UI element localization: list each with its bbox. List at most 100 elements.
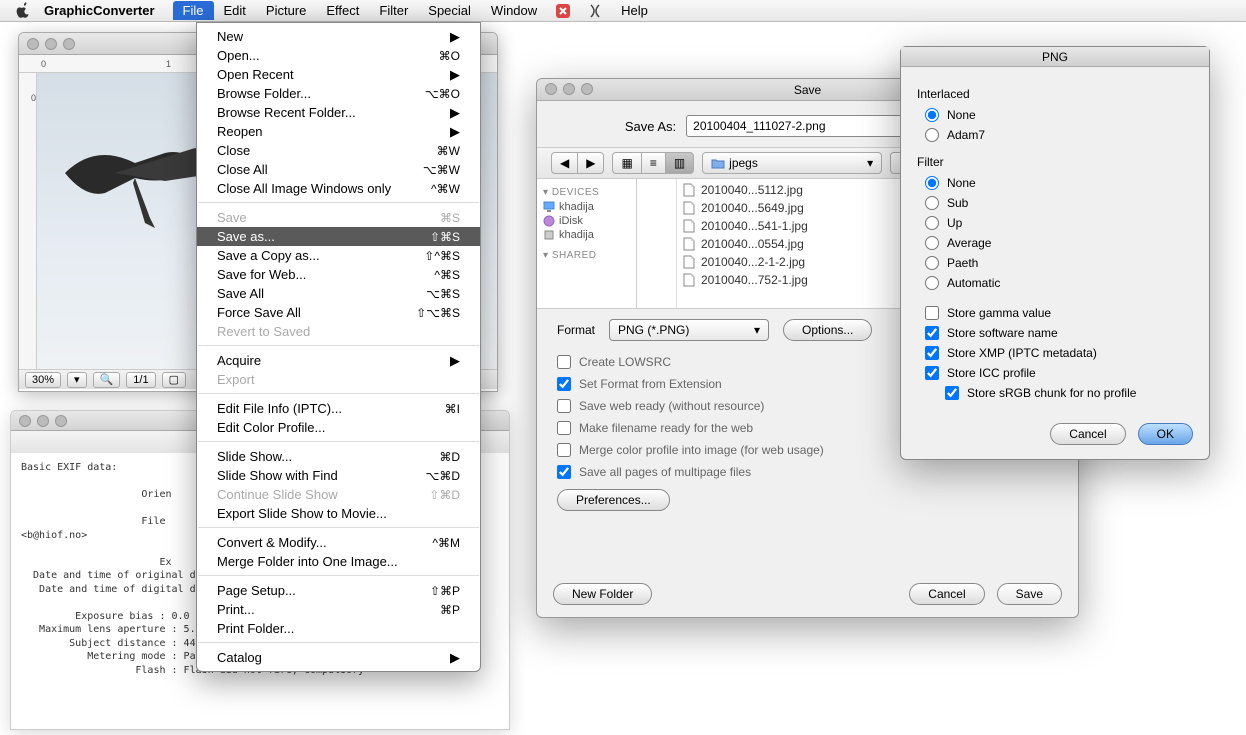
menu-special[interactable]: Special <box>418 1 481 20</box>
checkbox[interactable] <box>925 326 939 340</box>
menu-item[interactable]: Save All⌥⌘S <box>197 284 480 303</box>
menu-effect[interactable]: Effect <box>316 1 369 20</box>
menu-window[interactable]: Window <box>481 1 547 20</box>
menu-item[interactable]: Convert & Modify...^⌘M <box>197 533 480 552</box>
zoom-dropdown[interactable]: 30% <box>25 372 61 388</box>
menu-item[interactable]: Save a Copy as...⇧^⌘S <box>197 246 480 265</box>
radio[interactable] <box>925 176 939 190</box>
checkbox[interactable] <box>557 399 571 413</box>
menu-item[interactable]: Open Recent▶ <box>197 65 480 84</box>
checkbox[interactable] <box>925 306 939 320</box>
radio[interactable] <box>925 256 939 270</box>
back-button[interactable]: ◀ <box>551 152 577 174</box>
png-option[interactable]: Store ICC profile <box>917 363 1193 383</box>
close-window-button[interactable] <box>27 38 39 50</box>
checkbox[interactable] <box>945 386 959 400</box>
menu-item[interactable]: Merge Folder into One Image... <box>197 552 480 571</box>
menu-item[interactable]: Edit Color Profile... <box>197 418 480 437</box>
script-menu-icon[interactable] <box>587 3 603 19</box>
menu-file[interactable]: File <box>173 1 214 20</box>
minimize-window-button[interactable] <box>45 38 57 50</box>
menu-filter[interactable]: Filter <box>369 1 418 20</box>
png-option[interactable]: Store sRGB chunk for no profile <box>917 383 1193 403</box>
filter-option[interactable]: Average <box>917 233 1193 253</box>
format-dropdown[interactable]: PNG (*.PNG)▾ <box>609 319 769 341</box>
menu-picture[interactable]: Picture <box>256 1 316 20</box>
filter-option[interactable]: None <box>917 173 1193 193</box>
radio[interactable] <box>925 108 939 122</box>
new-folder-button[interactable]: New Folder <box>553 583 652 605</box>
menu-item[interactable]: Open...⌘O <box>197 46 480 65</box>
view-mode-button[interactable]: ▢ <box>162 372 186 388</box>
menu-item[interactable]: New▶ <box>197 27 480 46</box>
checkbox[interactable] <box>925 346 939 360</box>
menu-item[interactable]: Close⌘W <box>197 141 480 160</box>
menu-edit[interactable]: Edit <box>214 1 256 20</box>
save-dialog-min[interactable] <box>563 83 575 95</box>
checkbox[interactable] <box>557 465 571 479</box>
radio[interactable] <box>925 276 939 290</box>
checkbox[interactable] <box>557 443 571 457</box>
options-button[interactable]: Options... <box>783 319 872 341</box>
save-cancel-button[interactable]: Cancel <box>909 583 984 605</box>
save-option[interactable]: Save all pages of multipage files <box>557 461 1058 483</box>
info-zoom-button[interactable] <box>55 415 67 427</box>
menu-item[interactable]: Acquire▶ <box>197 351 480 370</box>
menu-item[interactable]: Reopen▶ <box>197 122 480 141</box>
menu-item[interactable]: Print Folder... <box>197 619 480 638</box>
radio[interactable] <box>925 236 939 250</box>
filter-option[interactable]: Up <box>917 213 1193 233</box>
menu-item[interactable]: Browse Recent Folder...▶ <box>197 103 480 122</box>
preferences-button[interactable]: Preferences... <box>557 489 670 511</box>
forward-button[interactable]: ▶ <box>577 152 604 174</box>
folder-dropdown[interactable]: jpegs ▾ <box>702 152 882 174</box>
png-option[interactable]: Store software name <box>917 323 1193 343</box>
menu-item[interactable]: Catalog▶ <box>197 648 480 667</box>
png-ok-button[interactable]: OK <box>1138 423 1193 445</box>
view-column-button[interactable]: ▥ <box>665 152 694 174</box>
save-dialog-close[interactable] <box>545 83 557 95</box>
png-cancel-button[interactable]: Cancel <box>1050 423 1125 445</box>
menu-item[interactable]: Slide Show...⌘D <box>197 447 480 466</box>
menu-item[interactable]: Page Setup...⇧⌘P <box>197 581 480 600</box>
menu-item[interactable]: Save as...⇧⌘S <box>197 227 480 246</box>
menubar-extra-icon-1[interactable] <box>555 3 571 19</box>
menu-item[interactable]: Save for Web...^⌘S <box>197 265 480 284</box>
save-confirm-button[interactable]: Save <box>997 583 1062 605</box>
menu-item[interactable]: Close All⌥⌘W <box>197 160 480 179</box>
menu-item[interactable]: Close All Image Windows only^⌘W <box>197 179 480 198</box>
checkbox[interactable] <box>557 377 571 391</box>
zoom-window-button[interactable] <box>63 38 75 50</box>
menu-item[interactable]: Slide Show with Find⌥⌘D <box>197 466 480 485</box>
view-list-button[interactable]: ≡ <box>641 152 665 174</box>
radio[interactable] <box>925 196 939 210</box>
sidebar-device[interactable]: iDisk <box>543 214 630 228</box>
checkbox[interactable] <box>557 355 571 369</box>
radio[interactable] <box>925 216 939 230</box>
menu-item[interactable]: Edit File Info (IPTC)...⌘I <box>197 399 480 418</box>
view-icon-button[interactable]: ▦ <box>612 152 640 174</box>
info-minimize-button[interactable] <box>37 415 49 427</box>
zoom-out-button[interactable]: ▾ <box>67 372 87 388</box>
filter-option[interactable]: Automatic <box>917 273 1193 293</box>
interlaced-option[interactable]: None <box>917 105 1193 125</box>
sidebar-device[interactable]: khadija <box>543 200 630 214</box>
interlaced-option[interactable]: Adam7 <box>917 125 1193 145</box>
checkbox[interactable] <box>557 421 571 435</box>
radio[interactable] <box>925 128 939 142</box>
info-close-button[interactable] <box>19 415 31 427</box>
png-option[interactable]: Store gamma value <box>917 303 1193 323</box>
checkbox[interactable] <box>925 366 939 380</box>
sidebar-device[interactable]: khadija <box>543 228 630 242</box>
filter-option[interactable]: Paeth <box>917 253 1193 273</box>
browser-column[interactable] <box>637 179 677 308</box>
menu-help[interactable]: Help <box>611 1 658 20</box>
png-option[interactable]: Store XMP (IPTC metadata) <box>917 343 1193 363</box>
menu-item[interactable]: Print...⌘P <box>197 600 480 619</box>
menu-item[interactable]: Browse Folder...⌥⌘O <box>197 84 480 103</box>
zoom-in-button[interactable]: 🔍 <box>93 372 121 388</box>
filter-option[interactable]: Sub <box>917 193 1193 213</box>
menu-item[interactable]: Export Slide Show to Movie... <box>197 504 480 523</box>
save-dialog-zoom[interactable] <box>581 83 593 95</box>
menu-item[interactable]: Force Save All⇧⌥⌘S <box>197 303 480 322</box>
